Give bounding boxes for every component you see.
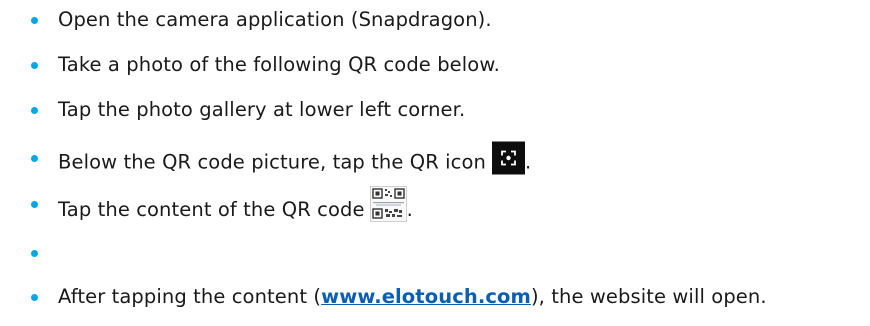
step-text-after: ), the website will open. <box>530 285 767 308</box>
step-text: Take a photo of the following QR code be… <box>58 53 500 76</box>
elotouch-website-link[interactable]: www.elotouch.com <box>321 285 531 308</box>
list-item: Tap the photo gallery at lower left corn… <box>0 90 870 130</box>
bullet-icon <box>31 17 38 24</box>
list-item: After tapping the content (www.elotouch.… <box>0 277 870 317</box>
bullet-icon <box>31 107 38 114</box>
step-text: After tapping the content (www.elotouch.… <box>58 285 767 309</box>
step-text-after: . <box>525 150 532 174</box>
step-text-before: After tapping the content ( <box>58 285 322 308</box>
bullet-icon <box>31 250 38 257</box>
step-text-before: Tap the content of the QR code <box>58 198 365 221</box>
bullet-icon <box>31 62 38 69</box>
list-item <box>0 233 870 273</box>
list-item: Open the camera application (Snapdragon)… <box>0 0 870 40</box>
step-text-before: Below the QR code picture, tap the QR ic… <box>58 150 486 174</box>
list-item: Tap the content of the QR code . <box>0 184 870 224</box>
list-item: Take a photo of the following QR code be… <box>0 45 870 85</box>
bullet-icon <box>31 155 38 162</box>
step-text: Open the camera application (Snapdragon)… <box>58 8 492 31</box>
qr-scan-icon <box>492 141 525 175</box>
step-text: Tap the content of the QR code . <box>58 186 413 222</box>
step-text-after: . <box>406 198 413 221</box>
step-text: Below the QR code picture, tap the QR ic… <box>58 141 532 175</box>
bullet-icon <box>31 201 38 208</box>
bullet-icon <box>31 294 38 301</box>
step-text: Tap the photo gallery at lower left corn… <box>58 98 466 121</box>
qr-code-thumbnail-icon <box>369 186 407 222</box>
list-item: Below the QR code picture, tap the QR ic… <box>0 138 870 178</box>
